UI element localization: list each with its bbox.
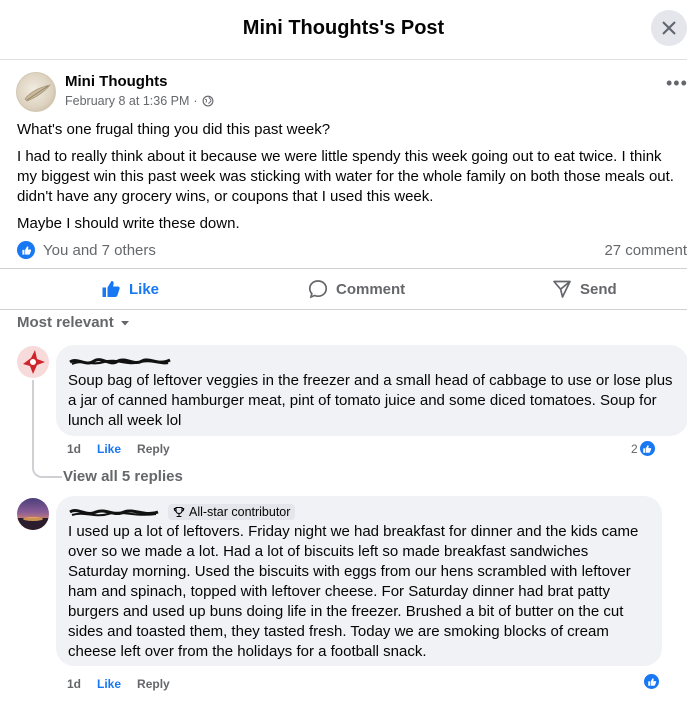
commenter-header: All-star contributor xyxy=(68,504,650,522)
like-reaction-icon[interactable] xyxy=(17,241,35,259)
comment-like-button[interactable]: Like xyxy=(97,677,121,691)
reactions-text[interactable]: You and 7 others xyxy=(43,242,156,259)
reactions-summary: You and 7 others 27 comment xyxy=(17,240,687,262)
trophy-icon xyxy=(173,506,185,518)
sort-label: Most relevant xyxy=(17,314,114,331)
comment-like-button[interactable]: Like xyxy=(97,442,121,456)
comment-icon xyxy=(308,280,328,299)
comment-sort-dropdown[interactable]: Most relevant xyxy=(17,314,130,331)
post-body: What's one frugal thing you did this pas… xyxy=(17,120,685,241)
close-icon xyxy=(662,21,676,35)
thumbs-up-icon xyxy=(102,281,120,297)
comment-reaction[interactable] xyxy=(643,673,660,690)
commenter-name-redacted[interactable] xyxy=(68,353,676,371)
redaction-scribble[interactable] xyxy=(68,506,160,520)
commenter-avatar[interactable] xyxy=(17,346,49,378)
comment-count[interactable]: 27 comment xyxy=(604,242,687,259)
comment-reply-button[interactable]: Reply xyxy=(137,442,170,456)
comment-bubble: Soup bag of leftover veggies in the free… xyxy=(56,345,687,436)
chevron-down-icon xyxy=(120,320,129,325)
dialog-title: Mini Thoughts's Post xyxy=(242,17,445,39)
post-date[interactable]: February 8 at 1:36 PM xyxy=(65,94,189,108)
send-label: Send xyxy=(580,280,617,298)
send-icon xyxy=(553,280,571,298)
comment-label: Comment xyxy=(336,280,406,298)
meta-separator: · xyxy=(193,94,198,108)
comment-reply-button[interactable]: Reply xyxy=(137,677,170,691)
globe-icon xyxy=(202,95,213,107)
author-name[interactable]: Mini Thoughts xyxy=(65,73,167,90)
reaction-count-number: 2 xyxy=(631,441,638,456)
comment-time[interactable]: 1d xyxy=(67,677,81,691)
post-meta: February 8 at 1:36 PM · xyxy=(65,94,214,108)
comment-actions: 1d Like Reply xyxy=(67,442,170,456)
post-header: Mini Thoughts February 8 at 1:36 PM · ••… xyxy=(16,70,687,114)
comment-text: Soup bag of leftover veggies in the free… xyxy=(68,372,673,429)
action-bar: Like Comment Send xyxy=(0,268,687,310)
post-paragraph: What's one frugal thing you did this pas… xyxy=(17,121,331,138)
comment-reaction-count[interactable]: 2 xyxy=(631,440,656,457)
author-avatar[interactable] xyxy=(16,72,56,112)
post-paragraph: Maybe I should write these down. xyxy=(17,215,240,232)
more-options-button[interactable]: ••• xyxy=(666,74,687,92)
like-button[interactable]: Like xyxy=(101,269,159,309)
comment-time[interactable]: 1d xyxy=(67,442,81,456)
commenter-avatar[interactable] xyxy=(17,498,49,530)
reply-thread-line xyxy=(32,380,62,478)
comment-button[interactable]: Comment xyxy=(308,269,405,309)
like-reaction-icon xyxy=(643,673,660,690)
ellipsis-icon: ••• xyxy=(666,73,687,93)
redaction-scribble xyxy=(69,358,171,366)
badge-label: All-star contributor xyxy=(189,505,291,519)
like-label: Like xyxy=(129,280,160,298)
comment-bubble: All-star contributor I used up a lot of … xyxy=(56,496,662,666)
post-dialog-header: Mini Thoughts's Post xyxy=(0,0,687,60)
send-button[interactable]: Send xyxy=(552,269,617,309)
post-paragraph: I had to really think about it because w… xyxy=(17,148,674,205)
all-star-contributor-badge[interactable]: All-star contributor xyxy=(168,504,296,520)
close-button[interactable] xyxy=(651,10,687,46)
comment-text: I used up a lot of leftovers. Friday nig… xyxy=(68,523,639,660)
like-reaction-icon xyxy=(638,440,656,457)
view-replies-link[interactable]: View all 5 replies xyxy=(63,468,183,485)
comment-actions: 1d Like Reply xyxy=(67,677,170,691)
